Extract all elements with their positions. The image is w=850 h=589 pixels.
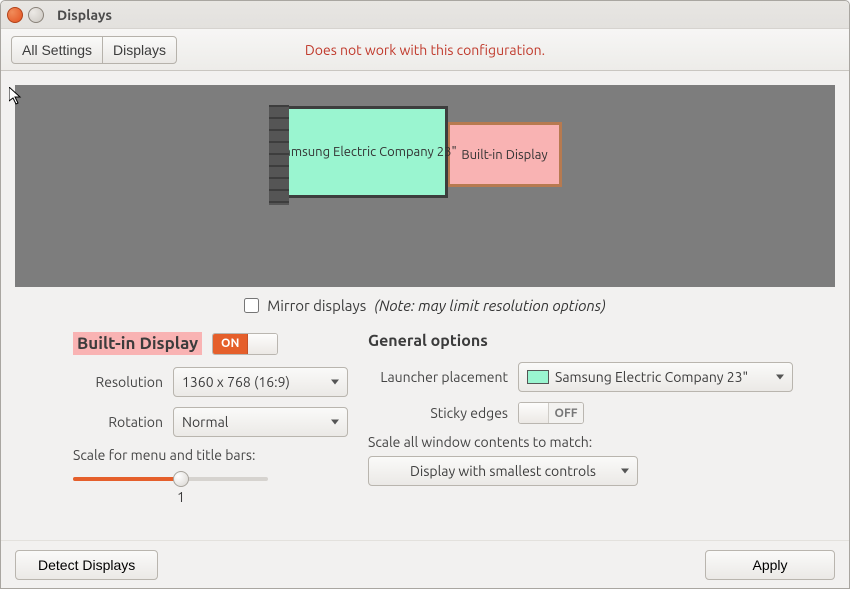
monitor-samsung[interactable]: Samsung Electric Company 23" — [286, 106, 448, 198]
slider-thumb[interactable] — [173, 471, 189, 487]
sticky-edges-label: Sticky edges — [368, 405, 508, 421]
scale-windows-value: Display with smallest controls — [377, 463, 629, 479]
apply-button[interactable]: Apply — [705, 550, 835, 580]
rotation-label: Rotation — [73, 414, 163, 430]
slider-value: 1 — [177, 489, 185, 505]
breadcrumb-all-settings[interactable]: All Settings — [12, 37, 103, 63]
toggle-label: OFF — [549, 403, 583, 423]
config-warning: Does not work with this configuration. — [305, 42, 545, 58]
mirror-checkbox[interactable] — [244, 298, 259, 313]
ui-scale-label: Scale for menu and title bars: — [73, 447, 348, 463]
display-arrangement-preview[interactable]: Samsung Electric Company 23" Built-in Di… — [15, 85, 835, 287]
monitor-builtin[interactable]: Built-in Display — [447, 122, 562, 187]
sticky-edges-toggle[interactable]: OFF — [518, 402, 584, 424]
color-swatch — [527, 370, 549, 384]
displays-window: Displays All Settings Displays Does not … — [0, 0, 850, 589]
resolution-label: Resolution — [73, 374, 163, 390]
rotation-select[interactable]: Normal — [173, 407, 348, 437]
general-options-title: General options — [368, 332, 825, 350]
chevron-down-icon — [331, 380, 339, 385]
ui-scale-slider[interactable]: 1 — [73, 469, 268, 501]
detect-displays-button[interactable]: Detect Displays — [15, 550, 158, 580]
slider-fill — [73, 477, 181, 481]
chevron-down-icon — [331, 420, 339, 425]
toggle-label: ON — [213, 334, 247, 354]
launcher-placement-value: Samsung Electric Company 23" — [555, 369, 748, 385]
titlebar: Displays — [1, 1, 849, 29]
toggle-knob — [247, 334, 277, 354]
breadcrumb: All Settings Displays — [11, 36, 177, 64]
scale-windows-label: Scale all window contents to match: — [368, 434, 825, 450]
resolution-select[interactable]: 1360 x 768 (16:9) — [173, 367, 348, 397]
resolution-value: 1360 x 768 (16:9) — [182, 374, 290, 390]
bottom-bar: Detect Displays Apply — [1, 540, 849, 588]
display-power-toggle[interactable]: ON — [212, 333, 278, 355]
mirror-note: (Note: may limit resolution options) — [374, 297, 606, 314]
mirror-row: Mirror displays (Note: may limit resolut… — [1, 297, 849, 314]
launcher-placement-label: Launcher placement — [368, 369, 508, 385]
toolbar: All Settings Displays Does not work with… — [1, 29, 849, 71]
selected-display-name: Built-in Display — [73, 332, 202, 355]
window-title: Displays — [57, 7, 112, 23]
chevron-down-icon — [621, 469, 629, 474]
mirror-label: Mirror displays — [267, 297, 366, 314]
minimize-icon[interactable] — [28, 7, 44, 23]
general-options-column: General options Launcher placement Samsu… — [368, 332, 825, 501]
chevron-down-icon — [776, 375, 784, 380]
scale-windows-select[interactable]: Display with smallest controls — [368, 456, 638, 486]
monitor-label: Built-in Display — [461, 148, 547, 162]
monitor-label: Samsung Electric Company 23" — [277, 145, 456, 159]
close-icon[interactable] — [7, 7, 23, 23]
settings-area: Built-in Display ON Resolution 1360 x 76… — [1, 314, 849, 501]
toggle-knob — [519, 403, 549, 423]
selected-display-column: Built-in Display ON Resolution 1360 x 76… — [73, 332, 348, 501]
launcher-placement-select[interactable]: Samsung Electric Company 23" — [518, 362, 793, 392]
rotation-value: Normal — [182, 414, 228, 430]
breadcrumb-displays[interactable]: Displays — [103, 37, 176, 63]
